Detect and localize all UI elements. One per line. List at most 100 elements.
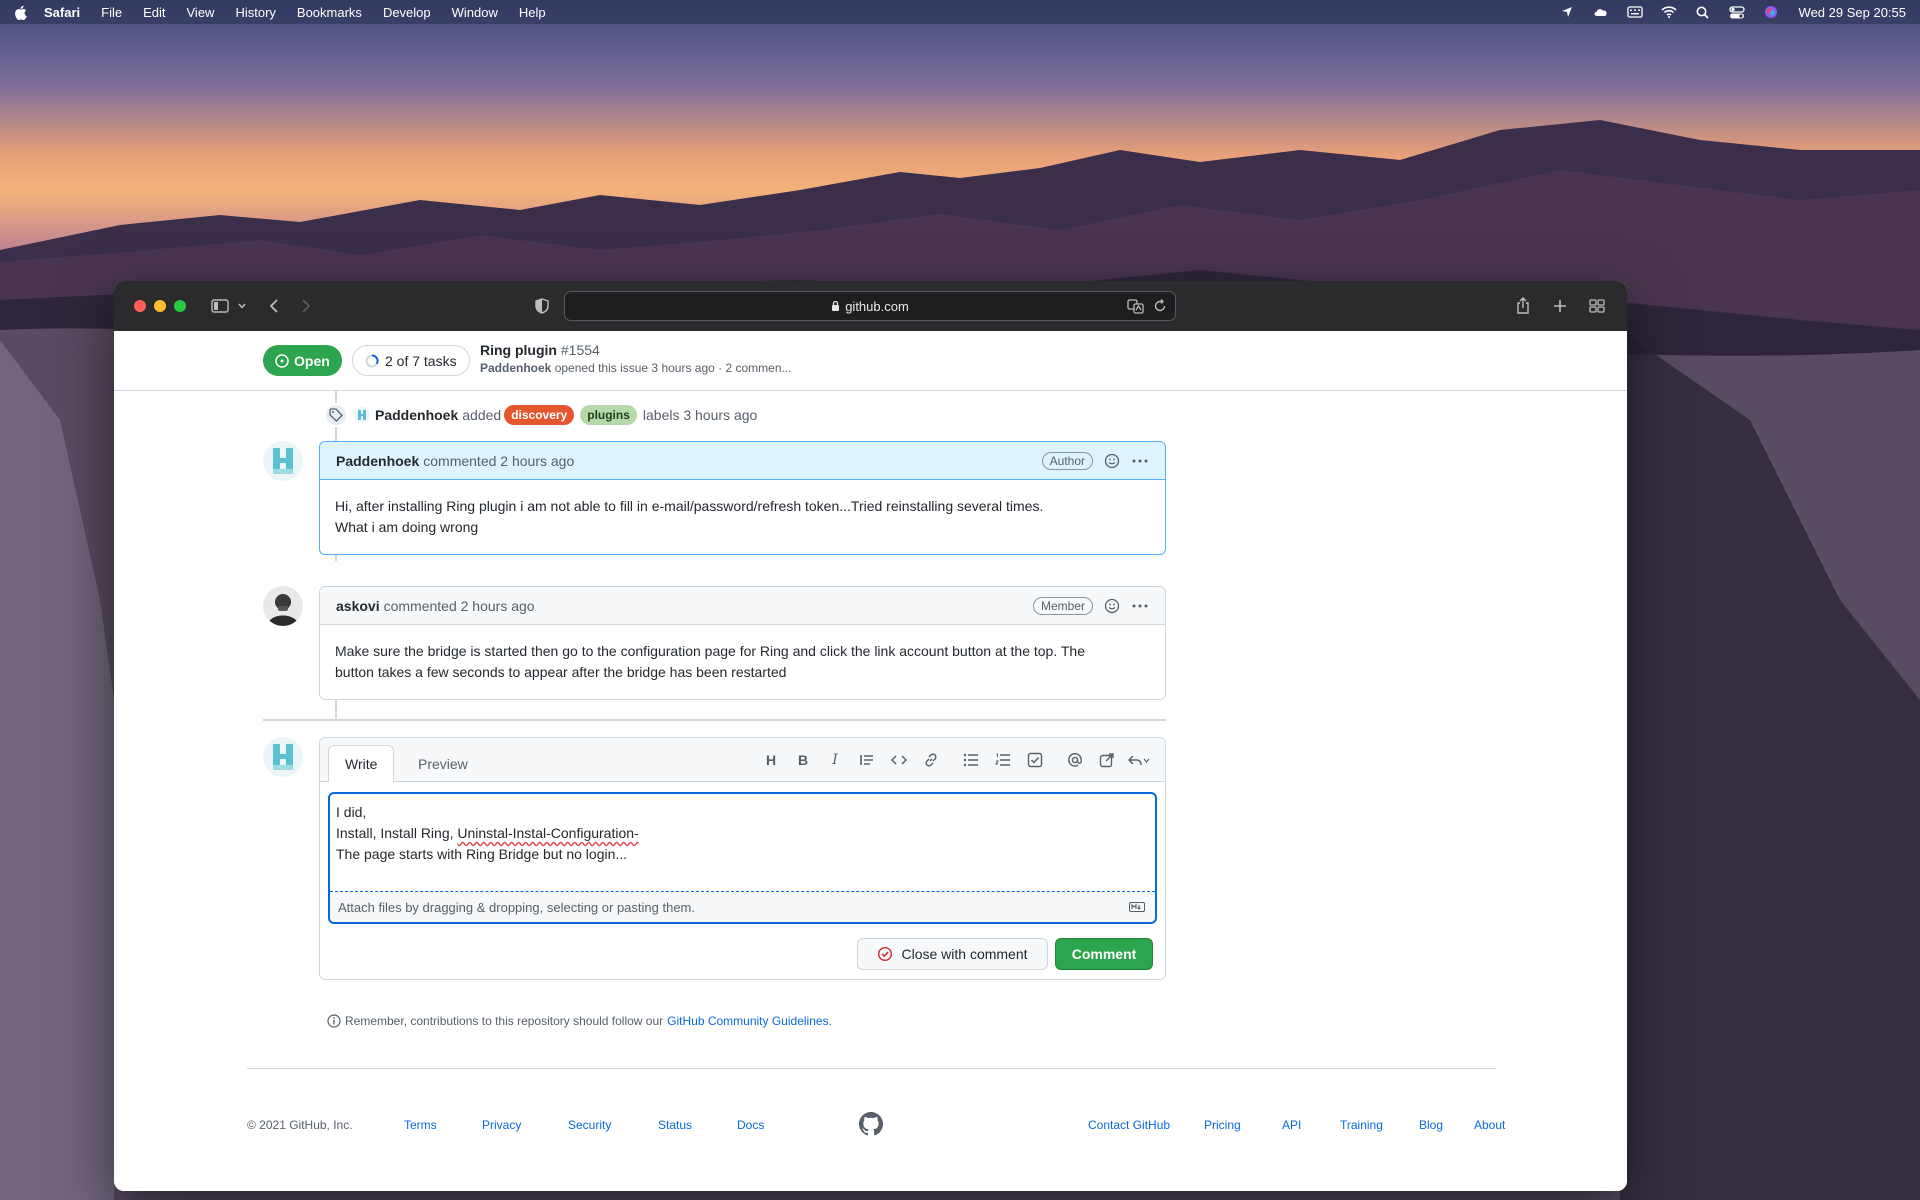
menu-window[interactable]: Window [452,5,498,20]
close-with-comment-button[interactable]: Close with comment [857,938,1048,970]
menu-file[interactable]: File [101,5,122,20]
privacy-report-icon[interactable] [532,296,552,316]
new-tab-icon[interactable] [1550,296,1570,316]
location-arrow-icon[interactable] [1559,5,1575,19]
issue-closed-icon [878,946,893,962]
sidebar-toggle-icon[interactable] [210,296,230,316]
footer-link-security[interactable]: Security [568,1118,611,1132]
footer-link-terms[interactable]: Terms [404,1118,437,1132]
event-actor[interactable]: Paddenhoek [375,407,458,423]
link-icon[interactable] [915,750,947,770]
issue-subtitle: Paddenhoek opened this issue 3 hours ago… [480,361,792,375]
zoom-window-button[interactable] [174,300,186,312]
avatar[interactable] [263,441,303,481]
mention-icon[interactable] [1059,750,1091,770]
issue-author-link[interactable]: Paddenhoek [480,361,551,375]
footer-link-privacy[interactable]: Privacy [482,1118,521,1132]
chevron-down-icon[interactable] [232,296,252,316]
comment-text-line: Make sure the bridge is started then go … [335,643,1085,659]
comment-text-line: What i am doing wrong [335,519,479,535]
label-plugins[interactable]: plugins [580,405,637,425]
avatar[interactable] [354,407,370,423]
menu-help[interactable]: Help [519,5,546,20]
file-attachment-bar[interactable]: Attach files by dragging & dropping, sel… [330,892,1155,922]
italic-icon[interactable]: I [819,750,851,770]
control-center-icon[interactable] [1728,5,1745,19]
smiley-icon[interactable] [1103,597,1121,615]
tag-icon [324,403,348,427]
reload-icon[interactable] [1153,298,1167,317]
tab-write[interactable]: Write [328,745,395,783]
bulleted-list-icon[interactable] [955,750,987,770]
avatar[interactable] [263,586,303,626]
spotlight-search-icon[interactable] [1695,5,1711,19]
label-discovery[interactable]: discovery [504,405,575,425]
footer-copyright: © 2021 GitHub, Inc. [247,1118,353,1132]
kebab-horizontal-icon[interactable] [1131,597,1149,615]
role-badge: Author [1041,451,1093,470]
quote-icon[interactable] [851,750,883,770]
close-window-button[interactable] [134,300,146,312]
menu-view[interactable]: View [187,5,215,20]
siri-icon[interactable] [1763,5,1779,19]
comment-text-line: button takes a few seconds to appear aft… [335,664,787,680]
footer-link-contact[interactable]: Contact GitHub [1088,1118,1170,1132]
comment-meta[interactable]: commented 2 hours ago [384,598,535,614]
menu-app-name[interactable]: Safari [44,5,80,20]
task-list-icon[interactable] [1019,750,1051,770]
share-icon[interactable] [1513,296,1533,316]
task-progress-label: 2 of 7 tasks [385,352,457,369]
comment-author[interactable]: askovi [336,598,380,614]
labels-added-event: Paddenhoek added discovery plugins label… [324,403,757,427]
heading-icon[interactable]: H [755,750,787,770]
comment-textarea-content[interactable]: I did, Install, Install Ring, Uninstal-In… [330,794,1155,892]
footer-link-api[interactable]: API [1282,1118,1301,1132]
address-bar[interactable]: github.com [564,291,1176,321]
remember-end: . [828,1014,832,1028]
comment-box: askovi commented 2 hours ago Member Make… [319,586,1166,700]
markdown-icon[interactable] [1129,901,1147,913]
cross-reference-icon[interactable] [1091,750,1123,770]
footer-link-training[interactable]: Training [1340,1118,1383,1132]
issue-state-badge: Open [263,345,342,376]
footer-link-status[interactable]: Status [658,1118,692,1132]
smiley-icon[interactable] [1103,452,1121,470]
comment-header: Paddenhoek commented 2 hours ago Author [320,442,1165,480]
reply-icon[interactable] [1123,750,1155,770]
menu-clock[interactable]: Wed 29 Sep 20:55 [1799,5,1906,20]
minimize-window-button[interactable] [154,300,166,312]
bold-icon[interactable]: B [787,750,819,770]
footer-link-docs[interactable]: Docs [737,1118,764,1132]
comment-textarea[interactable]: I did, Install, Install Ring, Uninstal-In… [328,792,1157,924]
menu-develop[interactable]: Develop [383,5,431,20]
forward-icon[interactable] [296,296,316,316]
issue-sticky-header: Open 2 of 7 tasks Ring plugin #1554 Padd… [114,331,1627,391]
footer-link-blog[interactable]: Blog [1419,1118,1443,1132]
comment-meta[interactable]: commented 2 hours ago [423,453,574,469]
footer-link-about[interactable]: About [1474,1118,1505,1132]
back-icon[interactable] [264,296,284,316]
numbered-list-icon[interactable] [987,750,1019,770]
footer-link-pricing[interactable]: Pricing [1204,1118,1241,1132]
url-text: github.com [845,298,909,314]
menu-history[interactable]: History [235,5,275,20]
comment-button[interactable]: Comment [1055,938,1153,970]
menu-bookmarks[interactable]: Bookmarks [297,5,362,20]
code-icon[interactable] [883,750,915,770]
community-guidelines-link[interactable]: GitHub Community Guidelines [667,1014,828,1028]
issue-title-text: Ring plugin [480,342,557,358]
menu-edit[interactable]: Edit [143,5,165,20]
translate-icon[interactable] [1127,298,1145,317]
kebab-horizontal-icon[interactable] [1131,452,1149,470]
keyboard-icon[interactable] [1626,5,1643,19]
wifi-icon[interactable] [1660,5,1677,19]
task-progress-badge[interactable]: 2 of 7 tasks [352,345,470,376]
tab-overview-icon[interactable] [1587,296,1607,316]
cloud-icon[interactable] [1593,5,1609,19]
comment-body: Make sure the bridge is started then go … [320,625,1165,699]
composer-tabs: Write Preview H B I [320,738,1165,783]
comment-author[interactable]: Paddenhoek [336,453,419,469]
github-logo-icon[interactable] [859,1112,883,1136]
tab-preview[interactable]: Preview [402,745,484,783]
apple-menu-icon[interactable] [14,4,28,20]
